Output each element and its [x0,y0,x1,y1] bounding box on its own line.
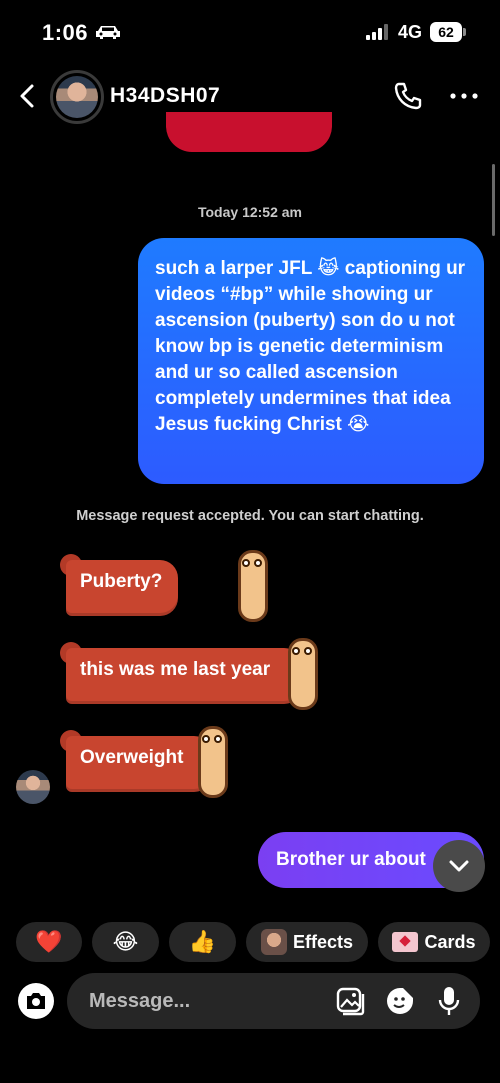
cards-label: Cards [424,931,476,952]
contact-avatar[interactable] [50,70,104,124]
chevron-down-icon [449,860,469,872]
sticker-message[interactable]: Overweight [60,726,228,798]
sticker-text: Overweight [80,747,184,768]
message-composer [67,973,480,1029]
car-icon [96,26,120,39]
sender-avatar[interactable] [16,770,50,804]
quick-reaction-bar: ❤️ 😂 👍 Effects Cards [0,922,500,962]
dog-sticker-icon [238,550,268,622]
dog-sticker-icon [288,638,318,710]
sent-message-bubble[interactable]: such a larper JFL 😹 captioning ur videos… [138,238,484,484]
microphone-icon[interactable] [435,985,463,1017]
dog-sticker-icon [198,726,228,798]
camera-icon[interactable] [18,983,54,1019]
status-time: 1:06 [42,20,89,45]
thumbs-up-reaction-button[interactable]: 👍 [169,922,236,962]
laughing-emoji-icon: 😂 [112,929,139,954]
system-note: Message request accepted. You can start … [76,508,424,524]
sticker-message[interactable]: this was me last year [60,638,318,710]
back-button[interactable] [14,82,42,110]
effects-thumbnail-icon [260,929,287,955]
laugh-reaction-button[interactable]: 😂 [92,922,159,962]
message-input[interactable] [89,973,319,1029]
phone-icon[interactable] [392,80,424,112]
thumbs-up-icon: 👍 [188,929,217,954]
effects-button[interactable]: Effects [246,922,368,962]
gallery-icon[interactable] [335,986,365,1016]
network-label: 4G [398,22,423,42]
effects-label: Effects [292,931,354,952]
sticker-text: this was me last year [80,659,271,680]
cards-button[interactable]: Cards [378,922,490,962]
sticker-text: Puberty? [80,571,163,592]
signal-icon [366,24,388,40]
battery-icon: 62 [430,22,466,42]
contact-name[interactable]: H34DSH07 [110,84,220,108]
heart-reaction-button[interactable]: ❤️ [16,922,82,962]
scrollbar[interactable] [492,164,495,236]
battery-level: 62 [430,22,462,42]
scroll-to-bottom-button[interactable] [433,840,485,892]
gift-card-icon [392,932,419,952]
previous-message-bubble[interactable] [166,112,332,152]
sticker-icon[interactable] [385,986,415,1016]
status-bar: 1:06 4G 62 [0,0,500,64]
heart-icon: ❤️ [35,929,63,954]
more-options-icon[interactable] [448,86,480,106]
message-timestamp: Today 12:52 am [197,204,302,220]
sticker-message[interactable]: Puberty? [60,550,268,622]
